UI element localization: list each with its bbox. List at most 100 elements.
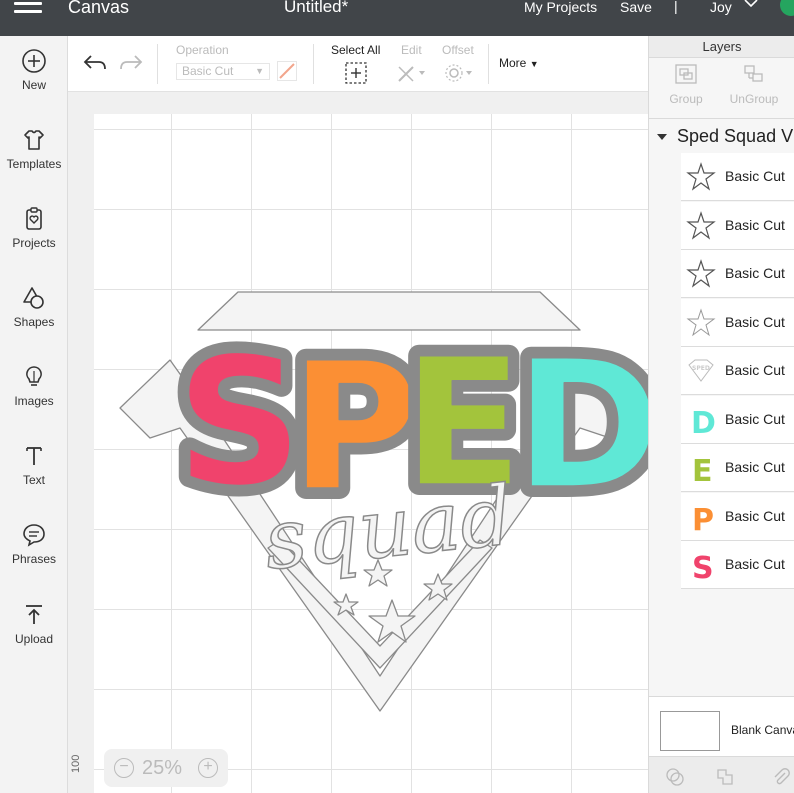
- weld-icon[interactable]: [715, 767, 735, 787]
- attach-icon[interactable]: [771, 767, 791, 787]
- layer-row[interactable]: Basic Cut: [681, 250, 794, 298]
- canvas-color-swatch[interactable]: [660, 711, 720, 751]
- layer-row[interactable]: Basic Cut: [681, 202, 794, 250]
- group-label: Group: [669, 92, 703, 106]
- panel-divider: [649, 118, 794, 119]
- layer-row[interactable]: P Basic Cut: [681, 493, 794, 541]
- redo-icon[interactable]: [118, 52, 144, 74]
- speech-bubble-icon: [23, 524, 45, 547]
- top-bar: Canvas Untitled* My Projects Save | Joy: [0, 0, 794, 36]
- group-icon: [675, 64, 697, 84]
- layers-title: Layers: [649, 36, 794, 58]
- undo-icon[interactable]: [82, 52, 108, 74]
- topbar-separator: |: [674, 0, 678, 14]
- caret-down-icon: ▼: [255, 66, 264, 76]
- nav-shapes[interactable]: Shapes: [0, 285, 68, 355]
- nav-projects[interactable]: Projects: [0, 206, 68, 276]
- layer-name: Basic Cut: [725, 508, 785, 524]
- layer-group-name: Sped Squad V: [677, 126, 794, 146]
- save-button[interactable]: Save: [620, 0, 652, 15]
- layer-name: Basic Cut: [725, 556, 785, 572]
- layer-row[interactable]: D Basic Cut: [681, 396, 794, 444]
- nav-new[interactable]: New: [0, 48, 68, 118]
- no-color-slash-icon: [279, 63, 295, 79]
- nav-phrases[interactable]: Phrases: [0, 522, 68, 592]
- layer-row[interactable]: Basic Cut: [681, 153, 794, 201]
- select-all-icon[interactable]: [345, 62, 367, 84]
- caret-down-icon: [657, 134, 667, 141]
- svg-text:D: D: [691, 406, 716, 438]
- svg-text:P: P: [692, 503, 714, 535]
- layer-name: Basic Cut: [725, 265, 785, 281]
- top-ruler: [68, 92, 648, 114]
- ungroup-icon: [744, 65, 763, 82]
- edit-label: Edit: [401, 43, 422, 57]
- letter-d-thumb-icon: D: [691, 406, 716, 438]
- nav-upload[interactable]: Upload: [0, 602, 68, 672]
- offset-icon[interactable]: [444, 62, 474, 84]
- layer-group-row[interactable]: Sped Squad V: [657, 126, 794, 150]
- star-thumb-icon: [686, 259, 716, 288]
- svg-text:E: E: [692, 454, 713, 486]
- offset-label: Offset: [442, 43, 474, 57]
- hamburger-menu-icon[interactable]: [14, 2, 42, 22]
- caret-down-icon: ▼: [529, 59, 539, 69]
- layer-row[interactable]: S Basic Cut: [681, 541, 794, 589]
- text-icon: [26, 447, 42, 465]
- nav-label: New: [21, 78, 46, 92]
- zoom-in-button[interactable]: +: [198, 758, 218, 778]
- svg-text:SPED: SPED: [692, 365, 710, 372]
- layer-row[interactable]: SPED Basic Cut: [681, 347, 794, 395]
- layers-footer: [649, 756, 794, 793]
- zoom-out-button[interactable]: −: [114, 758, 134, 778]
- blank-canvas-row: Blank Canvas: [649, 696, 794, 756]
- letter-e-thumb-icon: E: [692, 454, 713, 486]
- svg-text:S: S: [692, 551, 714, 583]
- edit-toolbar: Operation Basic Cut ▼ Select All Edit Off…: [68, 36, 648, 92]
- operation-value: Basic Cut: [182, 64, 234, 78]
- chevron-down-icon[interactable]: [744, 0, 758, 8]
- star-thumb-icon: [686, 308, 716, 337]
- document-title[interactable]: Untitled*: [284, 0, 348, 17]
- layer-name: Basic Cut: [725, 411, 785, 427]
- nav-images[interactable]: Images: [0, 364, 68, 434]
- more-menu[interactable]: More ▼: [499, 56, 539, 70]
- shapes-icon: [23, 287, 44, 309]
- layer-row[interactable]: Basic Cut: [681, 299, 794, 347]
- layer-name: Basic Cut: [725, 362, 785, 378]
- clipboard-heart-icon: [26, 207, 42, 230]
- toolbar-divider: [488, 44, 489, 84]
- more-label: More: [499, 56, 527, 70]
- nav-label: Upload: [14, 632, 54, 646]
- nav-text[interactable]: Text: [0, 443, 68, 513]
- layer-row[interactable]: E Basic Cut: [681, 444, 794, 492]
- zoom-value: 25%: [142, 757, 183, 779]
- nav-label: Projects: [12, 236, 56, 250]
- operation-select[interactable]: Basic Cut ▼: [176, 63, 270, 80]
- toolbar-divider: [313, 44, 314, 84]
- star-thumb-icon: [686, 211, 716, 240]
- nav-label: Templates: [6, 157, 62, 171]
- zoom-control: − 25% +: [104, 749, 228, 787]
- slice-icon[interactable]: [665, 767, 685, 787]
- diamond-thumb-icon: SPED: [688, 359, 714, 382]
- layer-name: Basic Cut: [725, 459, 785, 475]
- select-all-label: Select All: [331, 43, 381, 57]
- group-button[interactable]: Group: [649, 64, 723, 114]
- pen-color-swatch[interactable]: [277, 61, 297, 81]
- left-ruler: [68, 92, 94, 793]
- lightbulb-icon: [26, 366, 42, 386]
- user-avatar[interactable]: [780, 0, 794, 16]
- operation-label: Operation: [176, 43, 229, 57]
- letter-p-thumb-icon: P: [692, 503, 714, 535]
- sped-squad-design[interactable]: S S P P E E D D squad: [110, 288, 660, 718]
- user-name[interactable]: Joy: [710, 0, 732, 15]
- tshirt-icon: [24, 130, 44, 150]
- ruler-number: 100: [70, 754, 82, 773]
- app-title: Canvas: [68, 0, 130, 17]
- my-projects-link[interactable]: My Projects: [524, 0, 597, 15]
- edit-tools-icon[interactable]: [396, 62, 428, 84]
- nav-templates[interactable]: Templates: [0, 127, 68, 197]
- ungroup-button[interactable]: UnGroup: [717, 64, 791, 114]
- nav-label: Shapes: [13, 315, 55, 329]
